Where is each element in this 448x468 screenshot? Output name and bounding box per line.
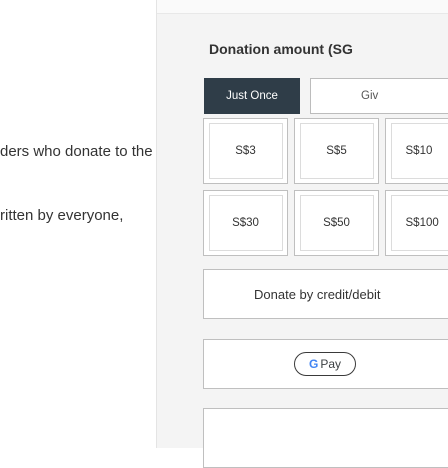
amount-button[interactable]: S$3	[203, 118, 288, 184]
amount-button[interactable]: S$100	[385, 190, 448, 256]
donation-amount-heading: Donation amount (SG	[209, 41, 353, 57]
amount-button[interactable]: S$30	[203, 190, 288, 256]
payment-option-panel[interactable]	[203, 408, 448, 468]
amount-button[interactable]: S$50	[294, 190, 379, 256]
widget-top-bar	[157, 0, 448, 14]
amount-label: S$3	[209, 123, 283, 179]
frequency-other-button[interactable]: Giv	[310, 78, 448, 114]
article-text-line: ritten by everyone,	[0, 207, 123, 224]
amount-label: S$10	[391, 123, 448, 179]
frequency-once-button[interactable]: Just Once	[204, 78, 300, 114]
amount-label: S$5	[300, 123, 374, 179]
amount-button[interactable]: S$5	[294, 118, 379, 184]
google-pay-button[interactable]	[203, 339, 448, 389]
amount-label: S$50	[300, 195, 374, 251]
article-text-line: ders who donate to the	[0, 143, 153, 160]
donate-card-button[interactable]: Donate by credit/debit	[203, 269, 448, 319]
amount-button[interactable]: S$10	[385, 118, 448, 184]
amount-label: S$30	[209, 195, 283, 251]
amount-label: S$100	[391, 195, 448, 251]
